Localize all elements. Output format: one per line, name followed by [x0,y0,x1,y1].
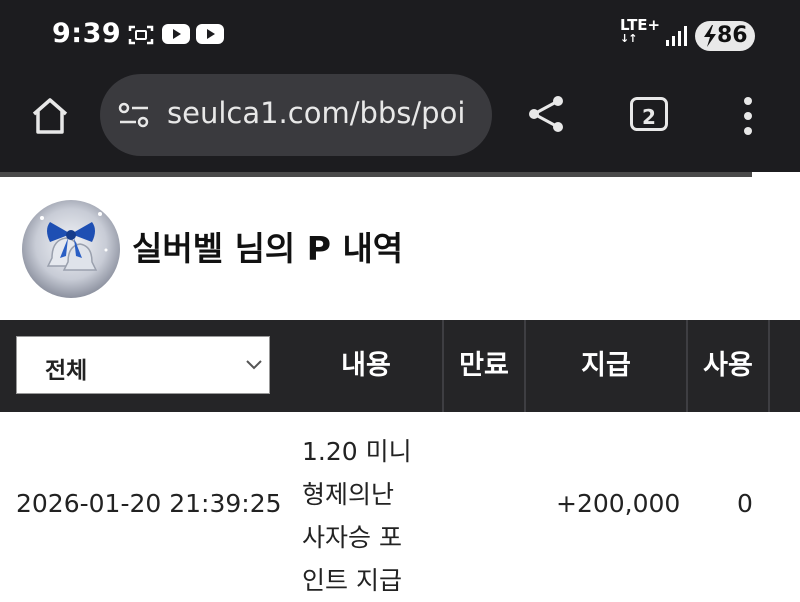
row-content: 1.20 미니 형제의난 사자승 포 인트 지급 [302,430,442,602]
page-progress-bar [0,172,752,177]
row-date: 2026-01-20 21:39:25 [16,489,282,518]
battery-indicator: 86 [695,21,755,51]
row-content-line: 인트 지급 [302,566,402,595]
browser-toolbar: seulca1.com/bbs/poi 2 [0,72,800,172]
avatar [22,200,120,298]
url-text[interactable]: seulca1.com/bbs/poi [167,96,477,130]
column-header-expire: 만료 [459,350,509,381]
column-header-use: 사용 [703,350,753,381]
battery-level: 86 [717,23,748,48]
youtube-icon [196,24,224,44]
home-icon[interactable] [28,94,72,138]
charging-icon [704,25,716,47]
column-divider [768,320,770,412]
signal-icon [666,26,687,46]
screenshot-icon [128,25,154,45]
row-use-amount: 0 [737,489,753,518]
filter-select-value: 전체 [45,358,88,384]
network-type: LTE+ ↓↑ [620,16,661,46]
row-content-line: 형제의난 [302,480,395,509]
row-content-line: 1.20 미니 [302,437,412,466]
page-title: 실버벨 님의 P 내역 [132,229,404,268]
table-header: 전체 내용 만료 지급 사용 [0,320,800,412]
youtube-icon [162,24,190,44]
row-content-line: 사자승 포 [302,523,402,552]
more-options-icon[interactable] [740,94,756,138]
row-give-amount: +200,000 [556,489,681,518]
column-header-content: 내용 [341,350,391,381]
filter-select[interactable]: 전체 [16,336,270,394]
column-header-give: 지급 [581,350,631,381]
share-icon[interactable] [524,92,568,136]
site-settings-icon[interactable] [118,102,150,128]
status-bar: 9:39 LTE+ ↓↑ 86 [0,0,800,72]
tab-switcher-button[interactable]: 2 [630,97,668,131]
status-time: 9:39 [52,18,122,49]
silver-bell-avatar-image [22,200,120,298]
chevron-down-icon [246,360,262,370]
address-bar[interactable]: seulca1.com/bbs/poi [100,74,492,156]
